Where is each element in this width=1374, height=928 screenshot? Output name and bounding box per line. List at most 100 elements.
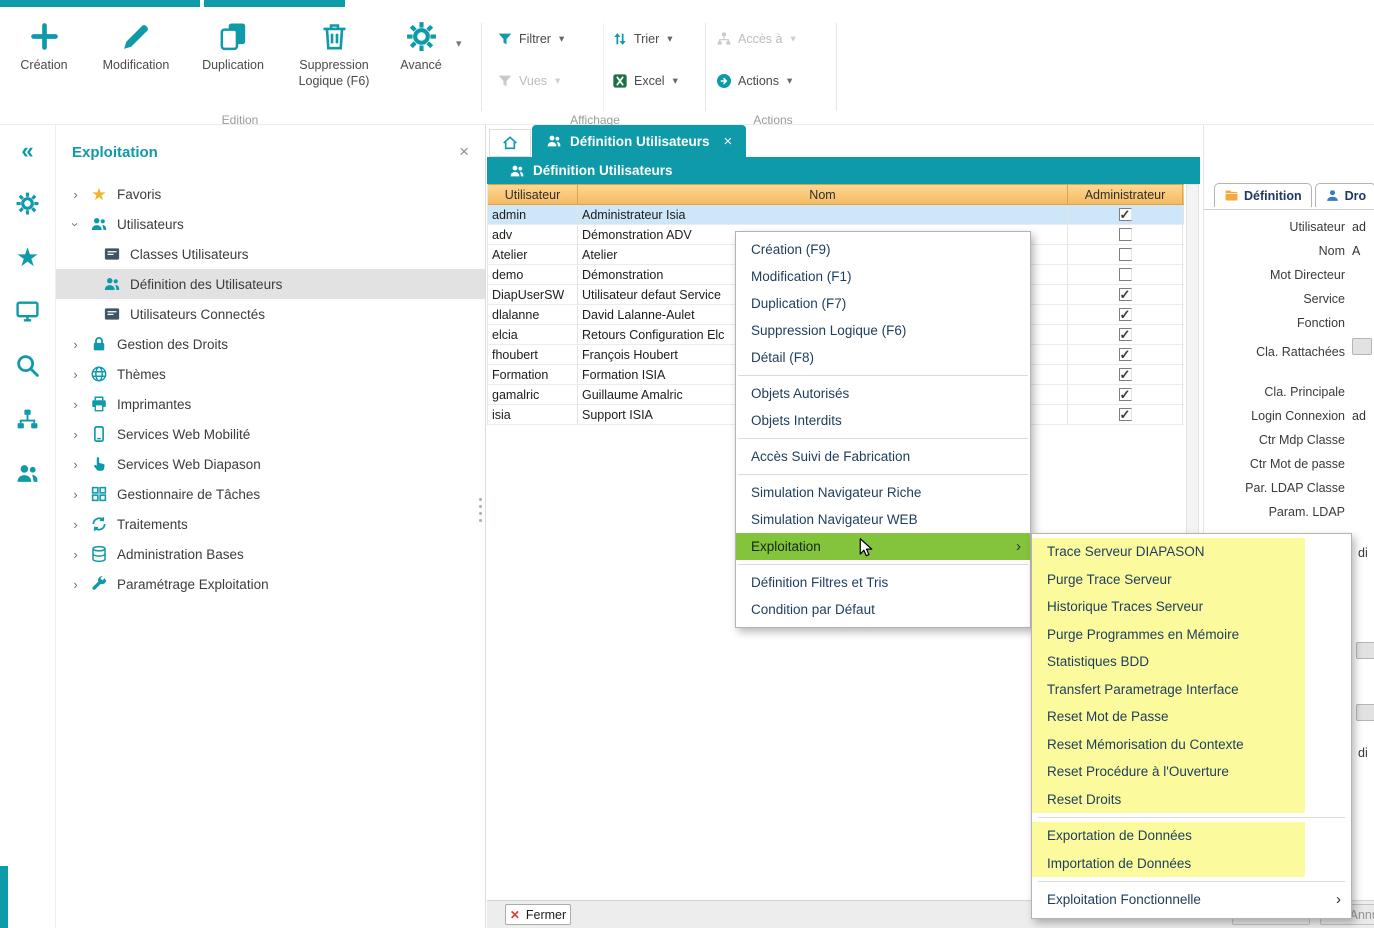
chevron-right-icon[interactable]: › [70,397,81,412]
admin-checkbox[interactable] [1119,268,1132,281]
tree-item-parametrage-exploitation[interactable]: › Paramétrage Exploitation [56,569,485,599]
rail-favorites-button[interactable]: ★ [0,237,55,277]
rail-settings-button[interactable] [0,183,55,223]
submenu-item[interactable]: Historique Traces Serveur [1032,593,1305,621]
column-header-nom[interactable]: Nom [578,185,1068,204]
context-menu-item[interactable]: Condition par Défaut [736,596,1030,623]
tab-droits[interactable]: Dro [1315,183,1374,207]
rail-search-button[interactable] [0,345,55,385]
edit-button[interactable] [1356,704,1374,721]
admin-checkbox[interactable] [1119,308,1132,321]
column-header-administrateur[interactable]: Administrateur [1068,185,1183,204]
avance-button[interactable]: Avancé [390,19,452,74]
context-menu-item[interactable]: Création (F9) [736,236,1030,263]
chevron-right-icon[interactable]: › [70,187,81,202]
submenu-item[interactable]: Reset Procédure à l'Ouverture [1032,758,1305,786]
tree-item-gestion-des-droits[interactable]: › Gestion des Droits [56,329,485,359]
submenu-item-exploitation-fonctionnelle[interactable]: Exploitation Fonctionnelle › [1032,886,1351,914]
submenu-item[interactable]: Purge Trace Serveur [1032,566,1305,594]
submenu-item[interactable]: Transfert Parametrage Interface [1032,676,1305,704]
tree-item-utilisateurs-connectes[interactable]: Utilisateurs Connectés [56,299,485,329]
suppression-logique-button[interactable]: Suppression Logique (F6) [286,19,382,89]
context-menu-item[interactable]: Détail (F8) [736,344,1030,371]
rail-hierarchy-button[interactable] [0,399,55,439]
tree-item-imprimantes[interactable]: › Imprimantes [56,389,485,419]
field-input[interactable]: A [1352,244,1372,258]
chevron-down-icon[interactable]: › [68,219,83,230]
submenu-item[interactable]: Exportation de Données [1032,822,1305,850]
tree-item-definition-des-utilisateurs[interactable]: Définition des Utilisateurs [56,269,485,299]
context-menu-item[interactable]: Modification (F1) [736,263,1030,290]
submenu-item[interactable]: Reset Mémorisation du Contexte [1032,731,1305,759]
context-menu-item[interactable]: Simulation Navigateur Riche [736,479,1030,506]
admin-checkbox[interactable] [1119,348,1132,361]
chevron-right-icon[interactable]: › [70,517,81,532]
admin-checkbox[interactable] [1119,248,1132,261]
admin-checkbox[interactable] [1119,228,1132,241]
creation-button[interactable]: Création [8,19,80,74]
tree-item-utilisateurs[interactable]: › Utilisateurs [56,209,485,239]
table-row[interactable]: admin Administrateur Isia [488,205,1184,225]
filtrer-button[interactable]: Filtrer ▾ [497,25,564,53]
chevron-down-icon[interactable]: ▾ [665,33,672,45]
actions-button[interactable]: Actions ▾ [716,67,792,95]
submenu-item[interactable]: Purge Programmes en Mémoire [1032,621,1305,649]
submenu-item[interactable]: Importation de Données [1032,850,1305,878]
context-menu-item[interactable]: Simulation Navigateur WEB [736,506,1030,533]
admin-checkbox[interactable] [1119,328,1132,341]
tree-item-gestionnaire-de-taches[interactable]: › Gestionnaire de Tâches [56,479,485,509]
collapse-panel-button[interactable]: « [0,133,55,169]
fermer-button[interactable]: ✕ Fermer [505,904,571,925]
admin-checkbox[interactable] [1119,388,1132,401]
tree-item-administration-bases[interactable]: › Administration Bases [56,539,485,569]
admin-checkbox[interactable] [1119,408,1132,421]
duplication-button[interactable]: Duplication [190,19,276,74]
chevron-right-icon[interactable]: › [70,367,81,382]
admin-checkbox[interactable] [1119,368,1132,381]
admin-checkbox[interactable] [1119,288,1132,301]
modification-button[interactable]: Modification [90,19,182,74]
tree-item-services-web-mobilite[interactable]: › Services Web Mobilité [56,419,485,449]
field-input[interactable]: ad [1352,409,1372,423]
splitter-grip[interactable] [479,498,482,522]
field-input[interactable]: ad [1352,220,1372,234]
context-menu-item[interactable]: Objets Autorisés [736,380,1030,407]
home-tab[interactable] [489,129,531,157]
chevron-right-icon[interactable]: › [70,577,81,592]
chevron-right-icon[interactable]: › [70,337,81,352]
context-menu-item[interactable]: Suppression Logique (F6) [736,317,1030,344]
chevron-right-icon[interactable]: › [70,457,81,472]
column-header-utilisateur[interactable]: Utilisateur [488,185,578,204]
chevron-down-icon[interactable]: ▾ [671,75,678,87]
submenu-item[interactable]: Statistiques BDD [1032,648,1305,676]
submenu-item[interactable]: Trace Serveur DIAPASON [1032,538,1305,566]
submenu-item[interactable]: Reset Droits [1032,786,1305,814]
chevron-down-icon[interactable]: ▾ [785,75,792,87]
chevron-right-icon[interactable]: › [70,427,81,442]
context-menu-item[interactable]: Définition Filtres et Tris [736,569,1030,596]
submenu-item[interactable]: Reset Mot de Passe [1032,703,1305,731]
rail-desktop-button[interactable] [0,291,55,331]
admin-checkbox[interactable] [1119,208,1132,221]
close-tab-icon[interactable]: × [724,133,733,150]
context-menu-item-exploitation[interactable]: Exploitation › [736,533,1030,560]
tree-item-traitements[interactable]: › Traitements [56,509,485,539]
excel-button[interactable]: Excel ▾ [612,67,678,95]
trier-button[interactable]: Trier ▾ [612,25,673,53]
edit-button[interactable] [1356,642,1374,659]
chevron-right-icon[interactable]: › [70,547,81,562]
tab-definition[interactable]: Définition [1214,183,1312,207]
edit-button[interactable] [1352,338,1372,355]
tree-item-services-web-diapason[interactable]: › Services Web Diapason [56,449,485,479]
tree-item-themes[interactable]: › Thèmes [56,359,485,389]
tree-item-classes-utilisateurs[interactable]: Classes Utilisateurs [56,239,485,269]
vues-button[interactable]: Vues ▾ [497,67,560,95]
chevron-right-icon[interactable]: › [70,487,81,502]
close-panel-icon[interactable]: × [459,142,469,162]
context-menu-item[interactable]: Duplication (F7) [736,290,1030,317]
acces-a-button[interactable]: Accès à ▾ [716,25,796,53]
rail-users-button[interactable] [0,453,55,493]
tree-item-favoris[interactable]: › ★ Favoris [56,179,485,209]
chevron-down-icon[interactable]: ▾ [456,37,462,50]
context-menu-item[interactable]: Objets Interdits [736,407,1030,434]
